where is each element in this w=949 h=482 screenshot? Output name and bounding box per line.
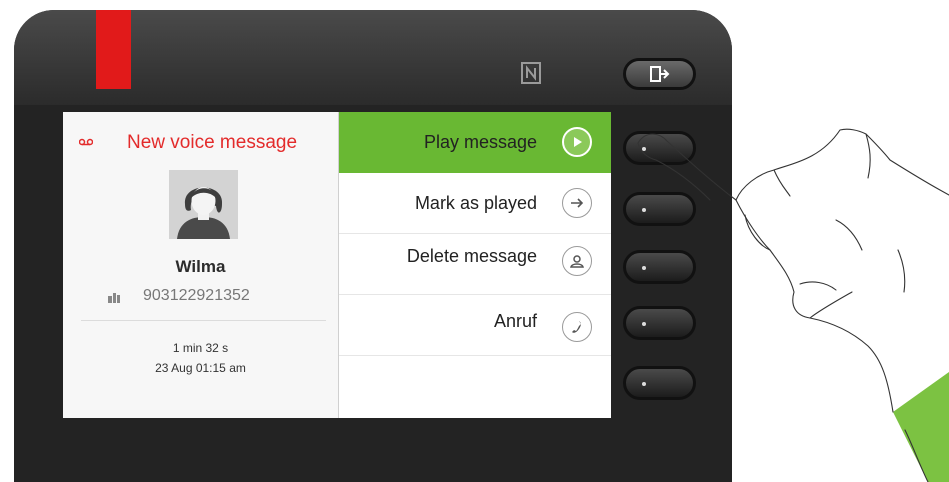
pointing-hand-illustration (637, 128, 949, 482)
